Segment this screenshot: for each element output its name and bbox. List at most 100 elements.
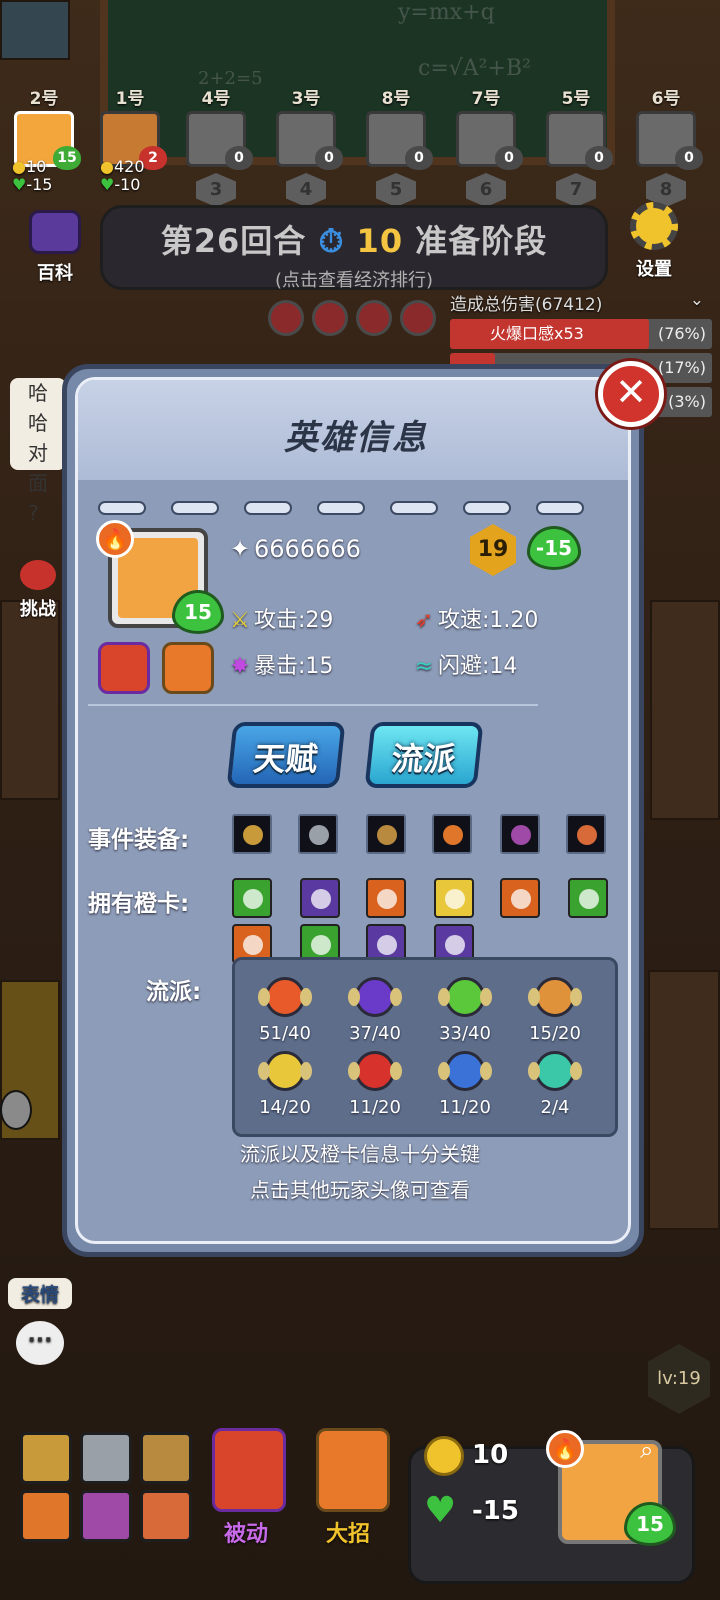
chevron-down-icon[interactable]: ⌄ bbox=[690, 290, 704, 310]
tab-label: 流派 bbox=[389, 740, 458, 778]
chat-bubble[interactable]: 哈哈 对面 ? bbox=[10, 378, 66, 525]
avatar-hp-heart: 15 bbox=[172, 590, 224, 634]
damage-percent: (17%) bbox=[657, 358, 706, 377]
dodge-stat: ≈ 闪避:14 bbox=[414, 648, 518, 680]
orange-card[interactable] bbox=[366, 878, 406, 918]
attack-speed-icon: ➶ bbox=[414, 608, 434, 633]
close-icon: ✕ bbox=[615, 370, 647, 414]
orange-cards-label: 拥有橙卡: bbox=[88, 891, 190, 917]
player-avatar[interactable]: 0 bbox=[186, 111, 253, 170]
genre-fire[interactable]: 51/40 bbox=[240, 977, 330, 1044]
equipment-slot[interactable] bbox=[566, 814, 606, 854]
genre-value: 37/40 bbox=[349, 1023, 401, 1044]
genre-heart[interactable]: 11/20 bbox=[330, 1051, 420, 1118]
genre-value: 11/20 bbox=[349, 1097, 401, 1118]
genre-wind[interactable]: 2/4 bbox=[510, 1051, 600, 1118]
crit-burst-icon: ✸ bbox=[230, 654, 250, 679]
equipment-slot[interactable] bbox=[366, 814, 406, 854]
player-avatar[interactable]: 0 bbox=[276, 111, 343, 170]
dodge-icon: ≈ bbox=[414, 654, 434, 679]
player-number: 4号 bbox=[201, 89, 231, 109]
player-1-stats: ●420 ♥-10 bbox=[100, 158, 145, 194]
coin-icon bbox=[424, 1436, 464, 1476]
gear-icon bbox=[630, 202, 678, 250]
stitch-divider bbox=[98, 500, 618, 520]
avatar-hp: 15 bbox=[184, 600, 212, 624]
ultimate-skill-icon[interactable] bbox=[162, 642, 214, 694]
emote-button[interactable]: 表情 ··· bbox=[8, 1278, 72, 1365]
passive-skill-button[interactable] bbox=[212, 1428, 286, 1512]
player-avatar[interactable]: 0 bbox=[636, 111, 703, 170]
genre-shield[interactable]: 15/20 bbox=[510, 977, 600, 1044]
player-number: 5号 bbox=[561, 89, 591, 109]
genre-value: 15/20 bbox=[529, 1023, 581, 1044]
fire-icon: 🔥 bbox=[96, 520, 134, 558]
player-avatar[interactable]: 0 bbox=[546, 111, 613, 170]
genre-sword[interactable]: 14/20 bbox=[240, 1051, 330, 1118]
coin-icon: ● bbox=[12, 157, 26, 176]
player-avatar[interactable]: 0 bbox=[456, 111, 523, 170]
player-avatar[interactable]: 0 bbox=[366, 111, 433, 170]
player-hp-heart: 0 bbox=[495, 146, 523, 170]
round-label: 第26回合 bbox=[160, 222, 307, 260]
equipment-slot[interactable] bbox=[298, 814, 338, 854]
ultimate-skill-button[interactable] bbox=[316, 1428, 390, 1512]
genre-ice[interactable]: 11/20 bbox=[420, 1051, 510, 1118]
genre-heal[interactable]: 33/40 bbox=[420, 977, 510, 1044]
item-slot[interactable] bbox=[20, 1490, 72, 1542]
damage-source: 火爆口感x53 bbox=[490, 324, 584, 343]
orange-card[interactable] bbox=[568, 878, 608, 918]
equipment-slot[interactable] bbox=[432, 814, 472, 854]
ultimate-label: 大招 bbox=[326, 1522, 371, 1547]
fire-icon: 🔥 bbox=[546, 1430, 584, 1468]
attack-speed-stat: ➶ 攻速:1.20 bbox=[414, 602, 539, 634]
equipment-slot[interactable] bbox=[500, 814, 540, 854]
banned-icon bbox=[356, 300, 392, 336]
fire-genre-icon bbox=[258, 977, 312, 1017]
tab-label: 天赋 bbox=[251, 740, 320, 778]
encyclopedia-button[interactable]: 百科 bbox=[22, 210, 88, 285]
tray-hp-heart: 15 bbox=[624, 1502, 676, 1546]
challenge-label: 挑战 bbox=[20, 599, 56, 620]
tab-genre[interactable]: 流派 bbox=[364, 722, 484, 788]
orange-card[interactable] bbox=[434, 878, 474, 918]
orange-card[interactable] bbox=[500, 878, 540, 918]
player-slot-6[interactable]: 6号 0 8 bbox=[626, 84, 706, 207]
heart-icon: ♥ bbox=[100, 175, 115, 194]
settings-button[interactable]: 设置 bbox=[618, 202, 690, 281]
tray-avatar-hp: 15 bbox=[636, 1512, 664, 1536]
damage-row: 火爆口感x53 (76%) bbox=[450, 319, 712, 349]
close-button[interactable]: ✕ bbox=[598, 361, 664, 427]
player-gold: 10 bbox=[25, 157, 47, 176]
challenge-button[interactable]: 挑战 bbox=[8, 560, 68, 621]
heart-icon: ♥ bbox=[424, 1490, 457, 1531]
player-slot-4[interactable]: 4号 0 3 bbox=[176, 84, 256, 207]
player-slot-7[interactable]: 7号 0 6 bbox=[446, 84, 526, 207]
item-slot[interactable] bbox=[80, 1432, 132, 1484]
hint-text: 点击其他玩家头像可查看 bbox=[250, 1178, 470, 1202]
player-slot-5[interactable]: 5号 0 7 bbox=[536, 84, 616, 207]
ice-genre-icon bbox=[438, 1051, 492, 1091]
orange-card[interactable] bbox=[300, 878, 340, 918]
item-slot[interactable] bbox=[80, 1490, 132, 1542]
chat-text: 对面 bbox=[28, 441, 48, 495]
attack-stat: ⚔ 攻击:29 bbox=[230, 602, 333, 634]
item-slot[interactable] bbox=[140, 1490, 192, 1542]
player-slot-3[interactable]: 3号 0 4 bbox=[266, 84, 346, 207]
banned-icon bbox=[268, 300, 304, 336]
item-slot[interactable] bbox=[20, 1432, 72, 1484]
orange-card[interactable] bbox=[232, 878, 272, 918]
genre-value: 2/4 bbox=[540, 1097, 570, 1118]
tab-talent[interactable]: 天赋 bbox=[226, 722, 346, 788]
search-icon[interactable]: ⌕ bbox=[640, 1436, 653, 1464]
round-status-bar[interactable]: 第26回合 ⏱ 10 准备阶段 (点击查看经济排行) bbox=[100, 205, 608, 291]
rank-badge: 4 bbox=[286, 173, 326, 207]
sword-genre-icon bbox=[258, 1051, 312, 1091]
equipment-slot[interactable] bbox=[232, 814, 272, 854]
genre-arcane[interactable]: 37/40 bbox=[330, 977, 420, 1044]
item-slot[interactable] bbox=[140, 1432, 192, 1484]
emote-label: 表情 bbox=[8, 1278, 72, 1309]
passive-skill-icon[interactable] bbox=[98, 642, 150, 694]
player-slot-8[interactable]: 8号 0 5 bbox=[356, 84, 436, 207]
encyclopedia-label: 百科 bbox=[37, 263, 73, 284]
